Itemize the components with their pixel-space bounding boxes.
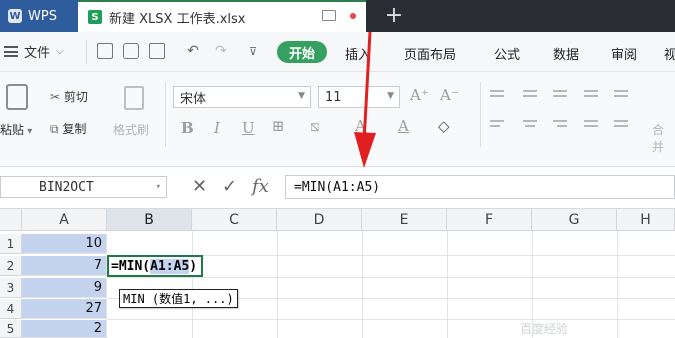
grid-line xyxy=(192,231,193,338)
paste-label: 粘贴 xyxy=(0,123,25,137)
row-header-5[interactable]: 5 xyxy=(0,320,22,338)
increase-font-icon[interactable]: A⁺ xyxy=(410,86,429,104)
font-name-value: 宋体 xyxy=(180,91,207,107)
formula-range-end: A5 xyxy=(173,258,190,274)
format-painter-label[interactable]: 格式刷 xyxy=(113,121,149,138)
grid-line xyxy=(447,231,448,338)
eraser-icon[interactable]: ◇ xyxy=(438,117,450,135)
cancel-formula-icon[interactable]: ✕ xyxy=(192,176,207,197)
fx-icon[interactable]: fx xyxy=(252,176,269,197)
chevron-down-icon: ⌵ xyxy=(56,46,64,57)
row-header-1[interactable]: 1 xyxy=(0,234,22,254)
row-header-3[interactable]: 3 xyxy=(0,278,22,298)
name-box-value: BIN2OCT xyxy=(39,179,94,195)
column-header-h[interactable]: H xyxy=(617,209,675,231)
grid-line xyxy=(362,231,363,338)
font-name-select[interactable]: 宋体 ▼ xyxy=(173,86,311,108)
file-menu-label: 文件 xyxy=(24,46,51,61)
confirm-formula-icon[interactable]: ✓ xyxy=(222,176,237,197)
unsaved-dot-icon[interactable] xyxy=(350,12,356,19)
document-tab-label: 新建 XLSX 工作表.xlsx xyxy=(109,11,246,27)
name-box[interactable]: BIN2OCT ▾ xyxy=(0,176,167,198)
grid-line xyxy=(107,277,675,278)
wps-logo-icon: W xyxy=(8,9,22,23)
hamburger-icon xyxy=(4,46,18,57)
formula-function-text: =MIN( xyxy=(111,258,151,274)
new-tab-button[interactable]: + xyxy=(382,2,406,28)
select-all-corner[interactable] xyxy=(0,209,22,231)
print-icon[interactable] xyxy=(122,42,140,60)
menu-divider xyxy=(86,40,87,64)
font-color-alt-icon[interactable]: A xyxy=(398,117,409,135)
formula-input[interactable]: =MIN(A1:A5) xyxy=(285,175,675,199)
formula-close-paren: ) xyxy=(189,258,198,274)
cell-a1[interactable]: 10 xyxy=(22,234,107,254)
fill-color-icon[interactable]: ⧅ xyxy=(310,117,320,135)
underline-icon[interactable]: U xyxy=(242,119,255,137)
tab-data[interactable]: 数据 xyxy=(553,44,579,63)
format-painter-icon[interactable] xyxy=(124,86,144,110)
title-tab-bar: W WPS S 新建 XLSX 工作表.xlsx + xyxy=(0,0,675,32)
column-header-b[interactable]: B xyxy=(107,209,192,231)
tab-start[interactable]: 开始 xyxy=(277,41,327,63)
chevron-down-icon: ▼ xyxy=(387,91,394,101)
document-tab[interactable]: S 新建 XLSX 工作表.xlsx xyxy=(78,0,366,32)
cell-b2-editor[interactable]: =MIN(A1: A5) xyxy=(107,255,204,277)
font-size-value: 11 xyxy=(325,89,342,105)
cell-a3[interactable]: 9 xyxy=(22,278,107,298)
cell-a2[interactable]: 7 xyxy=(22,256,107,276)
paste-button[interactable]: 粘贴 ▾ xyxy=(0,121,32,138)
formula-range-start: A1: xyxy=(150,258,174,274)
cell-a4[interactable]: 27 xyxy=(22,299,107,319)
function-tooltip: MIN (数值1, ...) xyxy=(119,289,238,308)
tab-page-layout[interactable]: 页面布局 xyxy=(404,44,456,63)
column-header-c[interactable]: C xyxy=(192,209,277,231)
wps-tab-label: WPS xyxy=(28,8,57,24)
copy-label: 复制 xyxy=(62,122,87,136)
ribbon-divider xyxy=(480,82,481,147)
borders-icon[interactable]: ⊞ xyxy=(272,117,285,135)
copy-button[interactable]: ⧉ 复制 xyxy=(50,120,86,137)
monitor-icon[interactable] xyxy=(322,10,336,21)
save-icon[interactable] xyxy=(96,42,114,60)
tab-view[interactable]: 视 xyxy=(664,44,675,63)
column-header-e[interactable]: E xyxy=(362,209,447,231)
row-header-4[interactable]: 4 xyxy=(0,299,22,319)
paste-icon[interactable] xyxy=(6,84,28,110)
cut-label: 剪切 xyxy=(63,90,88,104)
cut-button[interactable]: ✂ 剪切 xyxy=(50,88,88,105)
grid-line xyxy=(617,231,618,338)
tab-formulas[interactable]: 公式 xyxy=(494,44,520,63)
scissors-icon: ✂ xyxy=(50,90,64,104)
redo-icon[interactable]: ↷ xyxy=(212,42,230,60)
column-header-d[interactable]: D xyxy=(277,209,362,231)
customize-toolbar-icon[interactable]: ⊽ xyxy=(244,42,262,60)
bold-icon[interactable]: B xyxy=(181,119,194,137)
decrease-font-icon[interactable]: A⁻ xyxy=(440,86,459,104)
chevron-down-icon: ▼ xyxy=(298,91,305,101)
spreadsheet-file-icon: S xyxy=(88,10,102,24)
file-menu[interactable]: 文件 ⌵ xyxy=(4,42,64,61)
undo-icon[interactable]: ↶ xyxy=(184,42,202,60)
ribbon-divider xyxy=(165,82,166,147)
cell-a5[interactable]: 2 xyxy=(22,320,107,338)
print-preview-icon[interactable] xyxy=(148,42,166,60)
column-header-g[interactable]: G xyxy=(532,209,617,231)
column-header-f[interactable]: F xyxy=(447,209,532,231)
grid-line xyxy=(107,319,675,320)
alignment-group xyxy=(490,88,670,138)
row-header-2[interactable]: 2 xyxy=(0,256,22,276)
chevron-down-icon: ▾ xyxy=(155,182,161,192)
wps-home-tab[interactable]: W WPS xyxy=(0,0,78,32)
merge-label[interactable]: 合并 xyxy=(652,121,675,155)
watermark: 百度经验 xyxy=(520,322,569,336)
column-header-a[interactable]: A xyxy=(22,209,107,231)
tab-review[interactable]: 审阅 xyxy=(611,44,637,63)
italic-icon[interactable]: I xyxy=(214,119,220,137)
grid-line xyxy=(277,231,278,338)
red-arrow-annotation xyxy=(354,32,376,168)
copy-icon: ⧉ xyxy=(50,122,63,136)
